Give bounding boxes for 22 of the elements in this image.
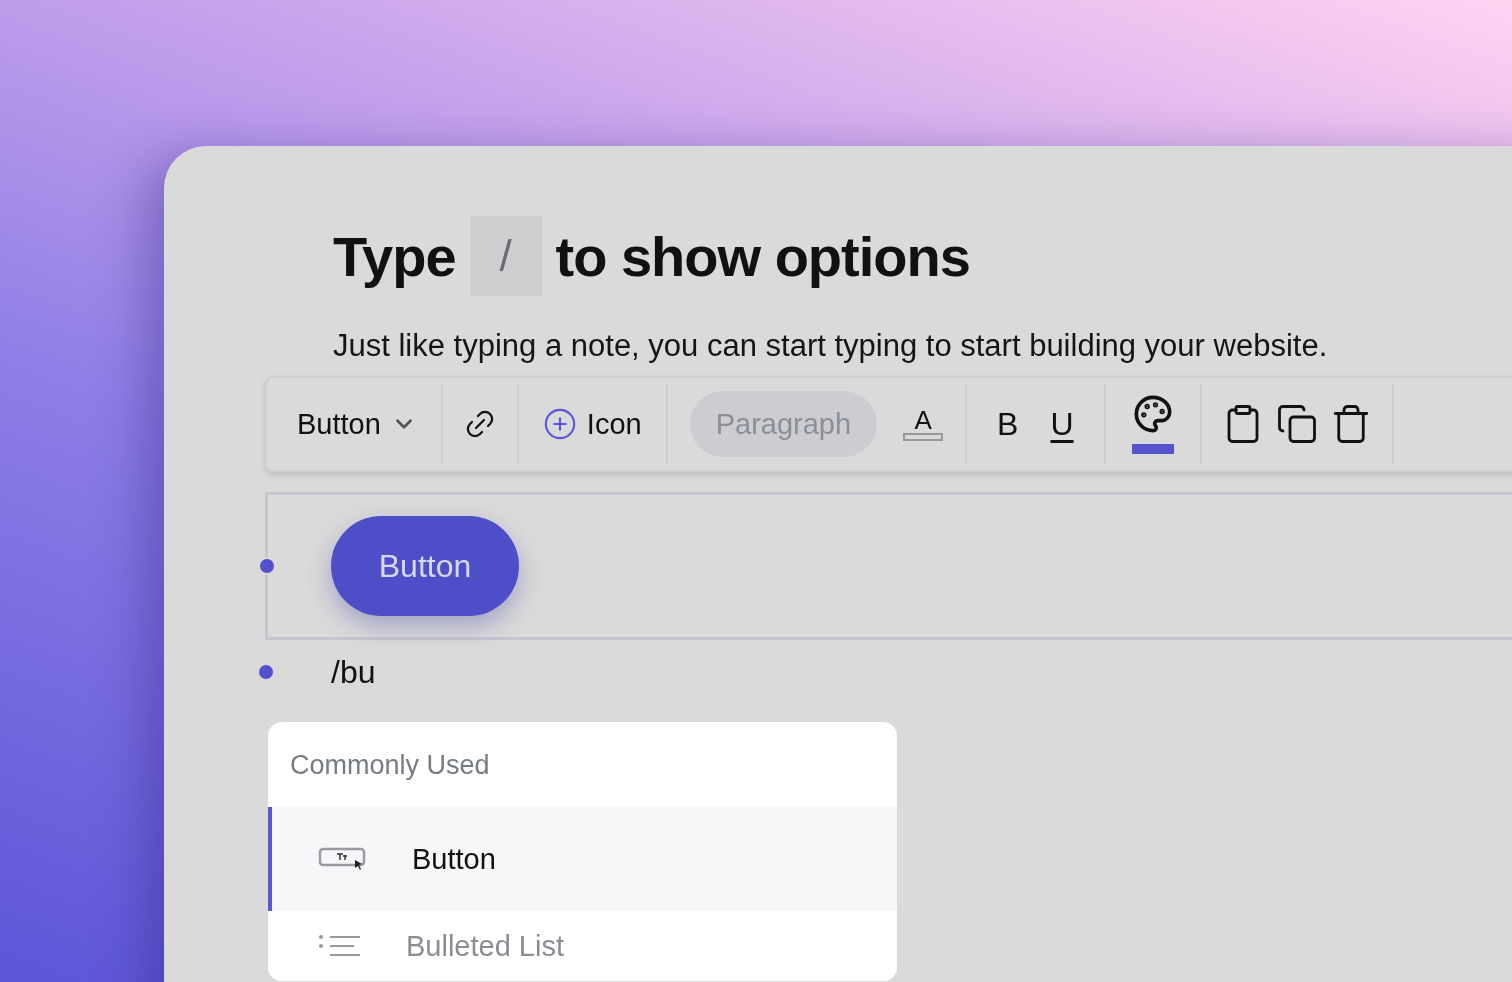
button-cursor-icon [318,846,368,872]
block-handle[interactable] [257,663,275,681]
palette-icon [1132,394,1173,434]
active-indicator [1131,444,1174,454]
copy-icon [1275,403,1318,445]
canvas-button[interactable]: Button [331,516,519,616]
heading-text: to show options [555,223,970,289]
list-icon [318,933,362,959]
insert-icon-button[interactable]: Icon [532,401,652,447]
text-color-button[interactable]: A [895,407,952,441]
section-heading: Commonly Used [289,749,491,782]
heading-text: Type [333,223,456,289]
typed-text: /bu [331,653,376,691]
block-type-dropdown[interactable]: Button [287,401,427,447]
plus-circle-icon [542,407,577,441]
underline-button[interactable]: U [1034,401,1090,447]
slash-key: / [469,216,542,296]
block-handle[interactable] [258,557,276,575]
paragraph-text: Just like typing a note, you can start typing to start building your website. [333,327,1329,365]
color-swatch-icon [903,433,944,441]
menu-item[interactable]: Button [268,807,897,911]
bold-button[interactable]: B [981,401,1035,447]
